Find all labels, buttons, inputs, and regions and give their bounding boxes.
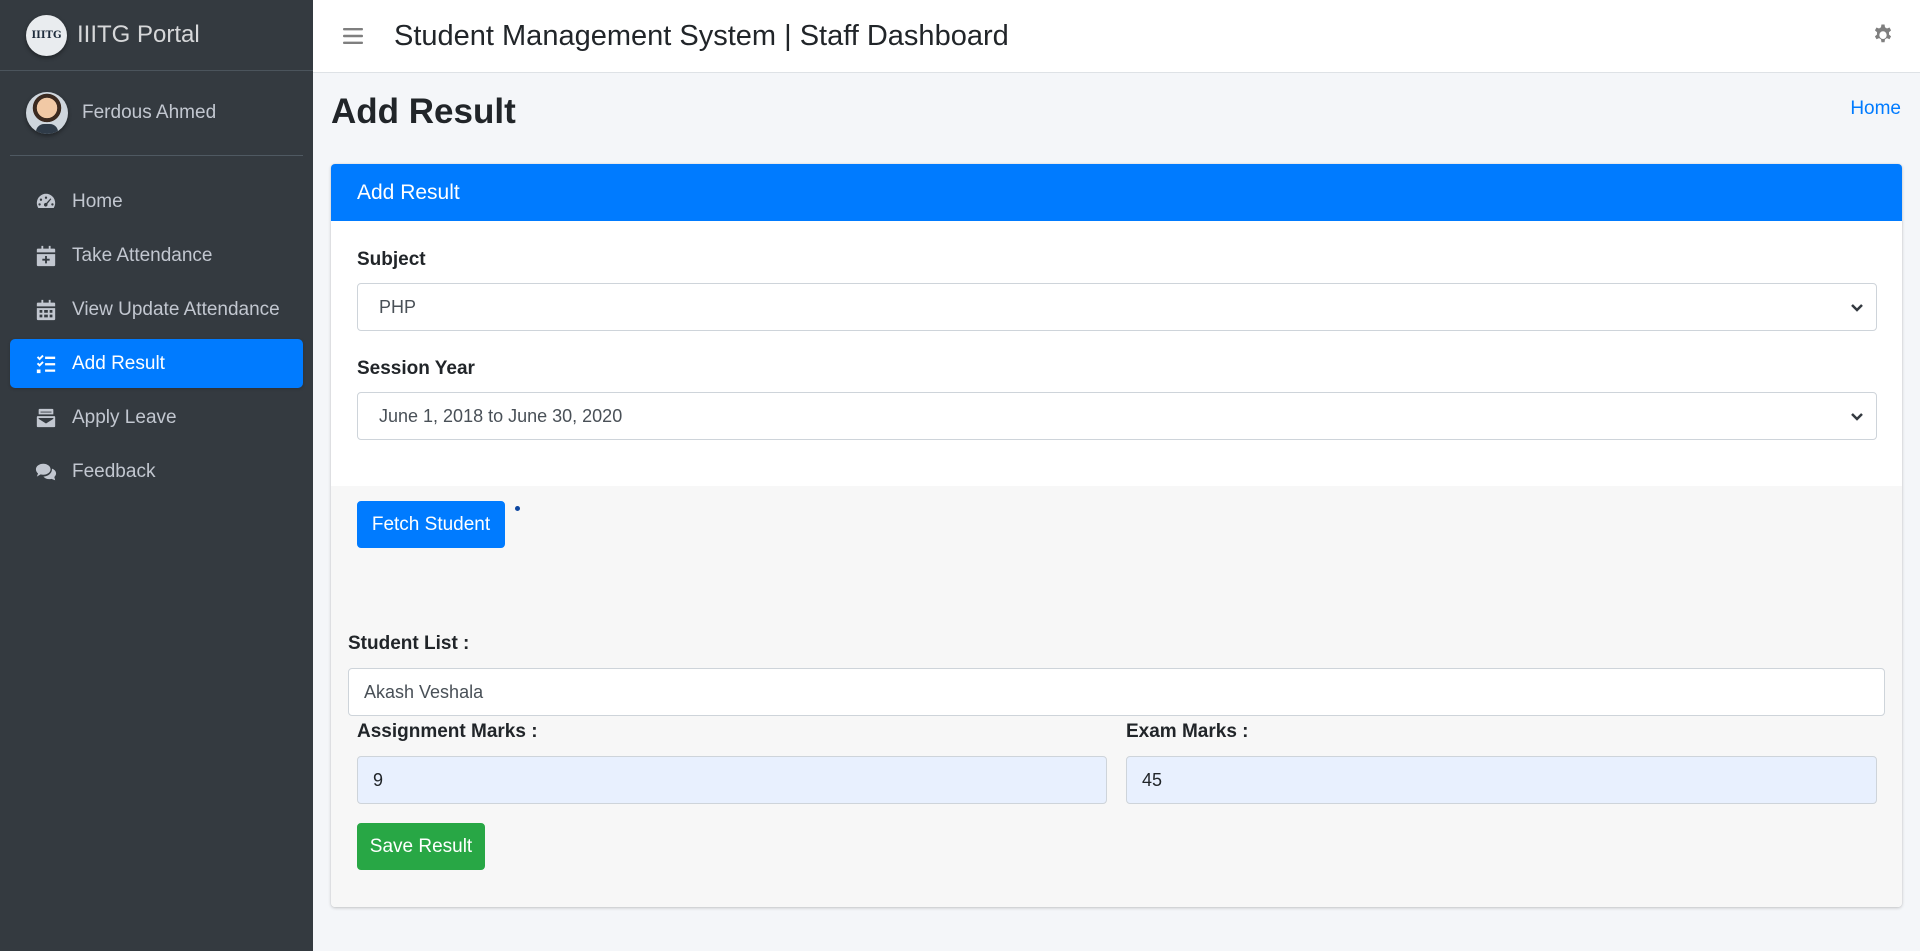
brand-logo: IIITG: [26, 14, 67, 56]
tasks-icon: [34, 353, 58, 375]
chevron-down-icon: [1851, 304, 1863, 312]
sidebar-item-add-result[interactable]: Add Result: [10, 339, 303, 388]
card-header: Add Result: [331, 164, 1902, 221]
session-year-selected-value: June 1, 2018 to June 30, 2020: [379, 405, 623, 426]
sidebar-item-label: Apply Leave: [72, 406, 177, 428]
gear-icon[interactable]: [1872, 24, 1894, 46]
sidebar-item-label: Home: [72, 190, 123, 212]
exam-marks-value: 45: [1142, 769, 1163, 790]
menu-toggle-icon[interactable]: [341, 24, 365, 48]
brand-link[interactable]: IIITG IIITG Portal: [0, 0, 313, 71]
sidebar-item-label: Take Attendance: [72, 244, 213, 266]
user-panel[interactable]: Ferdous Ahmed: [10, 71, 303, 156]
top-navbar: Student Management System | Staff Dashbo…: [313, 0, 1920, 73]
chevron-down-icon: [1851, 413, 1863, 421]
session-year-select[interactable]: June 1, 2018 to June 30, 2020: [357, 392, 1877, 440]
brand-name: IIITG Portal: [77, 21, 200, 48]
sidebar-item-label: Add Result: [72, 352, 165, 374]
exam-marks-label: Exam Marks :: [1126, 721, 1249, 742]
subject-selected-value: PHP: [379, 296, 417, 317]
comments-icon: [34, 461, 58, 483]
student-list-select[interactable]: Akash Veshala: [348, 668, 1885, 716]
calendar-plus-icon: [34, 245, 58, 267]
page-title: Add Result: [331, 92, 516, 131]
mail-bulk-icon: [34, 407, 58, 429]
calendar-icon: [34, 299, 58, 321]
user-name[interactable]: Ferdous Ahmed: [82, 102, 216, 124]
sidebar-item-label: Feedback: [72, 460, 156, 482]
sidebar-item-view-update-attendance[interactable]: View Update Attendance: [10, 285, 303, 334]
loading-dot: [515, 506, 520, 511]
subject-label: Subject: [357, 249, 426, 270]
student-list-label: Student List :: [348, 633, 470, 654]
header-title: Student Management System | Staff Dashbo…: [394, 19, 1009, 52]
assignment-marks-input[interactable]: 9: [357, 756, 1107, 804]
sidebar-item-home[interactable]: Home: [10, 177, 303, 226]
breadcrumb-home-link[interactable]: Home: [1850, 98, 1901, 120]
sidebar: IIITG IIITG Portal Ferdous Ahmed Home Ta…: [0, 0, 313, 951]
sidebar-item-label: View Update Attendance: [72, 298, 280, 320]
student-selected-value: Akash Veshala: [364, 681, 484, 702]
card-body: Subject PHP Session Year June 1, 2018 to…: [331, 221, 1902, 486]
card-footer: Fetch Student Student List : Akash Vesha…: [331, 486, 1902, 907]
exam-marks-input[interactable]: 45: [1126, 756, 1877, 804]
add-result-card: Add Result Subject PHP Session Year June…: [331, 164, 1902, 907]
avatar: [26, 92, 68, 134]
assignment-marks-value: 9: [373, 769, 384, 790]
sidebar-item-take-attendance[interactable]: Take Attendance: [10, 231, 303, 280]
dashboard-icon: [34, 191, 58, 213]
sidebar-item-apply-leave[interactable]: Apply Leave: [10, 393, 303, 442]
save-result-button[interactable]: Save Result: [357, 823, 485, 870]
brand-logo-text: IIITG: [31, 29, 62, 41]
sidebar-item-feedback[interactable]: Feedback: [10, 447, 303, 496]
sidebar-nav: Home Take Attendance View Update Attenda…: [0, 177, 313, 496]
fetch-student-button[interactable]: Fetch Student: [357, 501, 505, 548]
assignment-marks-label: Assignment Marks :: [357, 721, 538, 742]
subject-select[interactable]: PHP: [357, 283, 1877, 331]
session-year-label: Session Year: [357, 358, 475, 379]
